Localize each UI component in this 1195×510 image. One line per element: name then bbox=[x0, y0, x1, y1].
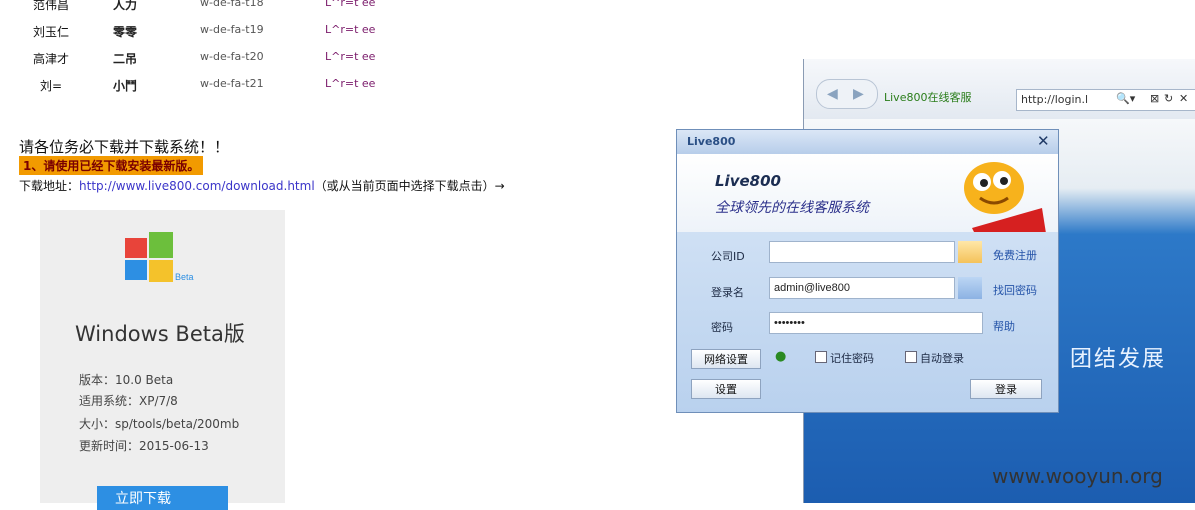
settings-button[interactable]: 设置 bbox=[691, 379, 761, 399]
windows-logo-icon: Beta bbox=[125, 232, 194, 282]
user-icon bbox=[958, 277, 982, 299]
register-link[interactable]: 免费注册 bbox=[993, 247, 1037, 263]
refresh-icon[interactable]: ↻ bbox=[1164, 92, 1173, 105]
svg-text:Beta: Beta bbox=[175, 272, 194, 282]
staff-id: w-de-fa-t18 bbox=[200, 0, 264, 9]
address-text: http://login.l bbox=[1021, 93, 1089, 106]
help-link[interactable]: 帮助 bbox=[993, 318, 1015, 334]
highlight-text: 1、请使用已经下载安装最新版。 bbox=[19, 156, 204, 175]
table-row: 范伟昌 人力 w-de-fa-t18 L^r=t ee bbox=[0, 0, 420, 16]
status-icon: ● bbox=[775, 349, 787, 364]
staff-password: L^r=t ee bbox=[325, 77, 376, 90]
staff-code: 零零 bbox=[113, 25, 138, 39]
staff-id: w-de-fa-t20 bbox=[200, 50, 264, 63]
page-slogan: 团结发展 bbox=[1070, 347, 1167, 372]
staff-id: w-de-fa-t19 bbox=[200, 23, 264, 36]
forward-icon[interactable]: ▶ bbox=[853, 86, 864, 102]
stop-icon[interactable]: ✕ bbox=[1179, 92, 1188, 105]
dialog-title: Live800 bbox=[687, 135, 736, 148]
staff-password: L^r=t ee bbox=[325, 0, 376, 9]
staff-password: L^r=t ee bbox=[325, 23, 376, 36]
company-id-input[interactable] bbox=[769, 241, 955, 263]
browser-toolbar: ◀ ▶ Live800在线客服 http://login.l 🔍▾ ⊠ ↻ ✕ bbox=[804, 59, 1195, 119]
download-suffix: （或从当前页面中选择下载点击）→ bbox=[314, 179, 505, 193]
company-icon bbox=[958, 241, 982, 263]
watermark: www.wooyun.org bbox=[992, 464, 1163, 488]
login-button[interactable]: 登录 bbox=[970, 379, 1042, 399]
close-icon[interactable]: ✕ bbox=[1037, 132, 1050, 150]
staff-name: 范伟昌 bbox=[33, 0, 70, 12]
table-row: 刘玉仁 零零 w-de-fa-t19 L^r=t ee bbox=[0, 23, 420, 43]
staff-password: L^r=t ee bbox=[325, 50, 376, 63]
password-input[interactable] bbox=[769, 312, 983, 334]
company-id-label: 公司ID bbox=[711, 250, 745, 263]
staff-code: 人力 bbox=[113, 0, 138, 12]
login-name-label: 登录名 bbox=[711, 286, 744, 299]
staff-id: w-de-fa-t21 bbox=[200, 77, 264, 90]
remember-password-checkbox[interactable]: 记住密码 bbox=[815, 350, 874, 366]
windows-download-card: Beta Windows Beta版 版本：10.0 Beta 适用系统：XP/… bbox=[40, 210, 285, 510]
download-label: 下载地址： bbox=[19, 179, 80, 193]
dialog-titlebar: Live800 ✕ bbox=[677, 130, 1058, 154]
back-icon[interactable]: ◀ bbox=[827, 86, 838, 102]
card-info-date: 更新时间：2015-06-13 bbox=[79, 439, 209, 453]
search-dropdown-icon[interactable]: 🔍▾ bbox=[1116, 92, 1135, 105]
staff-code: 小鬥 bbox=[113, 79, 138, 93]
notice-text: 请各位务必下载并下载系统！！ bbox=[19, 138, 230, 156]
staff-name: 高津才 bbox=[33, 52, 70, 66]
download-now-button[interactable]: 立即下载 bbox=[97, 486, 228, 510]
live800-login-dialog: Live800 ✕ Live800 全球领先的在线客服系统 公司ID 免费注册 … bbox=[676, 129, 1059, 413]
download-line: 下载地址：http://www.live800.com/download.htm… bbox=[19, 177, 505, 194]
staff-code: 二吊 bbox=[113, 52, 138, 66]
card-info-size: 大小：sp/tools/beta/200mb bbox=[79, 417, 240, 431]
recover-link[interactable]: 找回密码 bbox=[993, 282, 1037, 298]
table-row: 刘= 小鬥 w-de-fa-t21 L^r=t ee bbox=[0, 77, 420, 97]
staff-name: 刘= bbox=[40, 79, 63, 93]
table-row: 高津才 二吊 w-de-fa-t20 L^r=t ee bbox=[0, 50, 420, 70]
dialog-banner: Live800 全球领先的在线客服系统 bbox=[677, 154, 1058, 248]
card-info-system: 适用系统：XP/7/8 bbox=[79, 394, 178, 408]
staff-name: 刘玉仁 bbox=[33, 25, 70, 39]
login-name-input[interactable] bbox=[769, 277, 955, 299]
auto-login-checkbox[interactable]: 自动登录 bbox=[905, 350, 964, 366]
brand-logo: Live800 bbox=[715, 172, 781, 190]
favorites-bar-item[interactable]: Live800在线客服 bbox=[884, 89, 971, 105]
brand-tagline: 全球领先的在线客服系统 bbox=[715, 200, 869, 216]
password-label: 密码 bbox=[711, 321, 733, 334]
remember-password-label: 记住密码 bbox=[830, 352, 874, 365]
card-info-version: 版本：10.0 Beta bbox=[79, 373, 174, 387]
network-settings-button[interactable]: 网络设置 bbox=[691, 349, 761, 369]
download-link[interactable]: http://www.live800.com/download.html bbox=[79, 179, 315, 193]
nav-buttons: ◀ ▶ bbox=[816, 79, 878, 109]
compat-icon[interactable]: ⊠ bbox=[1150, 92, 1159, 105]
card-title: Windows Beta版 bbox=[75, 322, 245, 346]
auto-login-label: 自动登录 bbox=[920, 352, 964, 365]
